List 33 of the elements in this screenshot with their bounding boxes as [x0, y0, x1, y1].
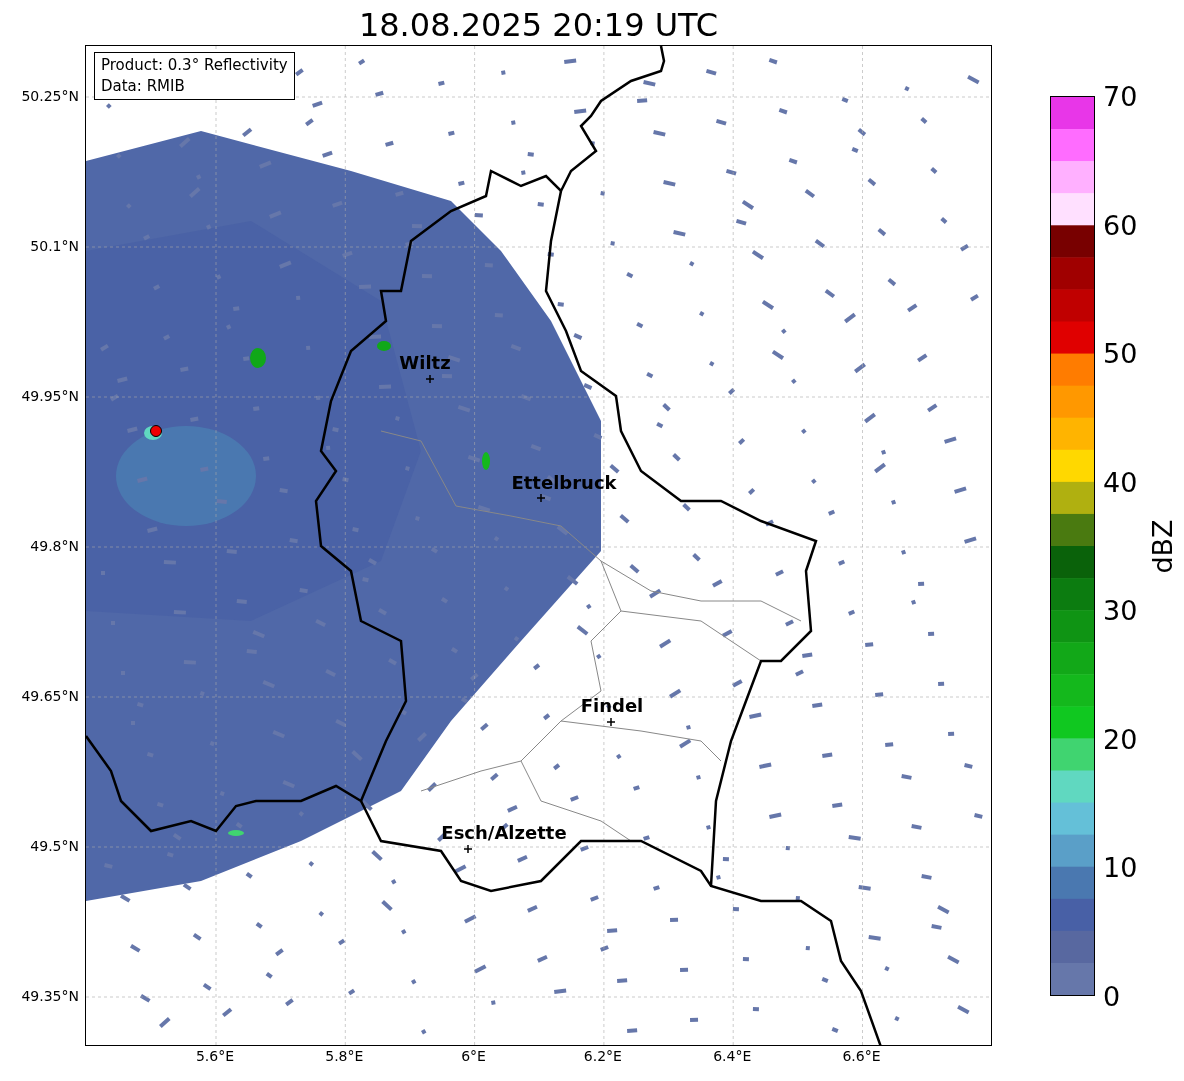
scale-unit-label: dBZ	[1146, 518, 1178, 574]
chart-title: 18.08.2025 20:19 UTC	[357, 5, 720, 45]
plus-marker-icon	[607, 718, 615, 726]
city-label: Wiltz	[399, 351, 451, 373]
latitude-label: 50.1°N	[30, 238, 79, 254]
radar-site-marker	[150, 425, 162, 437]
plus-marker-icon	[537, 494, 545, 502]
latitude-label: 49.8°N	[30, 538, 79, 554]
scale-tick-label: 0	[1103, 980, 1121, 1012]
latitude-label: 49.5°N	[30, 838, 79, 854]
longitude-label: 6.6°E	[842, 1048, 881, 1064]
info-text: Data: RMIB	[101, 76, 186, 97]
longitude-label: 6°E	[461, 1048, 486, 1064]
city-label: Esch/Alzette	[441, 821, 567, 843]
latitude-label: 49.95°N	[21, 388, 79, 404]
scale-tick-label: 70	[1103, 80, 1138, 112]
latitude-label: 49.65°N	[21, 688, 79, 704]
scale-tick-label: 20	[1103, 723, 1138, 755]
longitude-label: 5.8°E	[325, 1048, 364, 1064]
longitude-label: 6.2°E	[583, 1048, 622, 1064]
scale-tick-label: 10	[1103, 851, 1138, 883]
latitude-label: 49.35°N	[21, 988, 79, 1004]
scale-tick-label: 50	[1103, 337, 1138, 369]
plus-marker-icon	[426, 375, 434, 383]
longitude-label: 6.4°E	[713, 1048, 752, 1064]
latitude-label: 50.25°N	[21, 88, 79, 104]
scale-tick-label: 40	[1103, 466, 1138, 498]
plus-marker-icon	[464, 845, 472, 853]
scale-tick-label: 30	[1103, 594, 1138, 626]
info-text: Product: 0.3° Reflectivity	[101, 55, 288, 76]
longitude-label: 5.6°E	[195, 1048, 235, 1064]
city-label: Findel	[580, 694, 644, 716]
scale-tick-label: 60	[1103, 209, 1138, 241]
